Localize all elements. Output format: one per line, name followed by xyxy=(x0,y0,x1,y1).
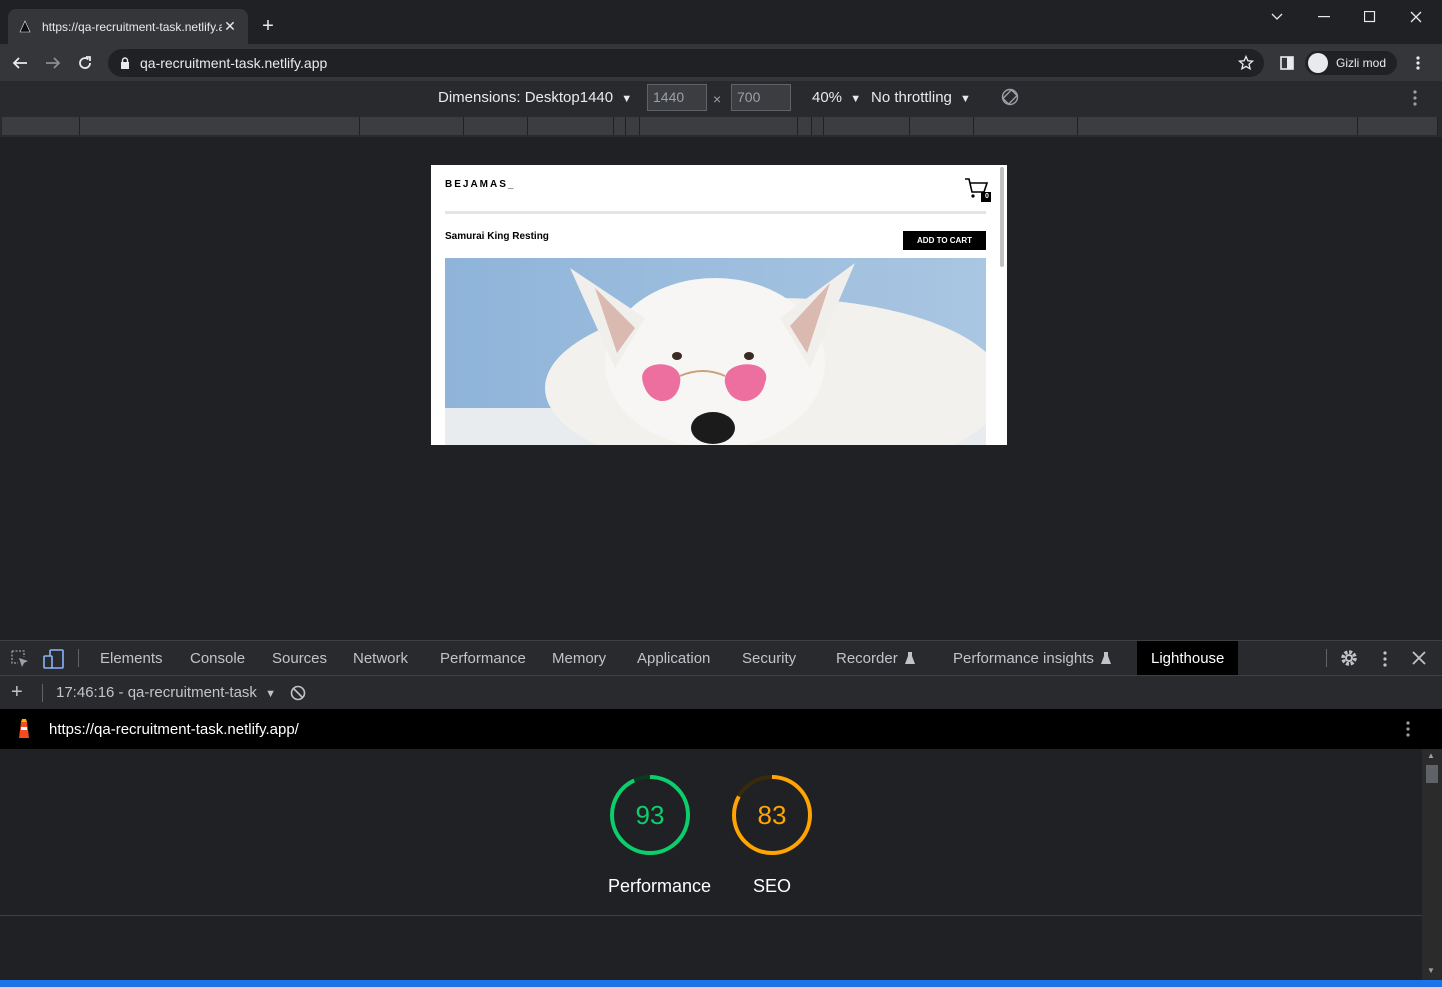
zoom-dropdown[interactable]: 40% ▼ xyxy=(812,89,861,106)
lighthouse-report: 93 Performance 83 SEO xyxy=(0,749,1422,980)
report-divider xyxy=(0,915,1422,916)
lighthouse-logo-icon xyxy=(19,719,29,738)
gauge-performance-score: 93 xyxy=(636,800,665,830)
rotate-icon[interactable] xyxy=(1001,88,1019,106)
experiment-flask-icon xyxy=(1100,652,1111,664)
dropdown-arrow-icon: ▼ xyxy=(265,688,276,700)
product-title: Samurai King Resting xyxy=(445,231,549,242)
experiment-flask-icon xyxy=(904,652,915,664)
gauge-performance[interactable]: 93 Performance xyxy=(608,773,712,897)
inspect-element-icon[interactable] xyxy=(10,649,30,669)
tab-lighthouse[interactable]: Lighthouse xyxy=(1137,641,1239,675)
add-to-cart-button[interactable]: ADD TO CART xyxy=(903,231,986,250)
throttling-label: No throttling xyxy=(871,89,952,106)
report-url-bar: https://qa-recruitment-task.netlify.app/ xyxy=(0,709,1442,749)
tab-performance-insights-label: Performance insights xyxy=(953,649,1094,667)
close-window-icon[interactable] xyxy=(1393,4,1439,30)
back-icon[interactable] xyxy=(7,50,33,76)
tab-recorder[interactable]: Recorder xyxy=(836,641,916,675)
throttling-dropdown[interactable]: No throttling ▼ xyxy=(871,89,971,106)
tab-performance[interactable]: Performance xyxy=(440,641,526,675)
tab-elements[interactable]: Elements xyxy=(100,641,163,675)
tab-network[interactable]: Network xyxy=(353,641,408,675)
report-scrollbar[interactable]: ▲ ▼ xyxy=(1422,749,1442,980)
dimensions-dropdown[interactable]: Dimensions: Desktop1440 ▼ xyxy=(438,89,632,106)
browser-menu-icon[interactable] xyxy=(1405,50,1431,76)
tab-memory[interactable]: Memory xyxy=(552,641,606,675)
clear-reports-icon[interactable] xyxy=(290,685,306,701)
devtools-menu-icon[interactable] xyxy=(1383,650,1387,668)
profile-label: Gizli mod xyxy=(1336,56,1387,70)
tab-application[interactable]: Application xyxy=(637,641,710,675)
maximize-icon[interactable] xyxy=(1347,4,1393,30)
gauge-performance-label: Performance xyxy=(608,876,712,896)
gauge-seo-score: 83 xyxy=(758,800,787,830)
tab-recorder-label: Recorder xyxy=(836,649,898,667)
height-input[interactable]: 700 xyxy=(731,84,791,111)
gauge-performance-ring: 93 xyxy=(610,775,690,855)
dimensions-label: Dimensions: Desktop1440 xyxy=(438,89,614,106)
lock-icon xyxy=(121,57,129,69)
tab-performance-insights[interactable]: Performance insights xyxy=(953,641,1112,675)
incognito-profile-button[interactable]: Gizli mod xyxy=(1305,51,1397,75)
width-input[interactable]: 1440 xyxy=(647,84,707,111)
cart-count: 0 xyxy=(985,193,989,200)
tab-title: https://qa-recruitment-task.netlify.app xyxy=(42,19,222,34)
report-menu-icon[interactable] xyxy=(1406,720,1410,738)
header-divider xyxy=(445,211,986,214)
new-report-icon[interactable]: + xyxy=(11,681,23,704)
address-bar[interactable]: qa-recruitment-task.netlify.app xyxy=(108,49,1264,77)
media-query-bar[interactable] xyxy=(0,115,1442,137)
tab-search-icon[interactable] xyxy=(1254,4,1300,30)
close-tab-icon[interactable]: ✕ xyxy=(222,18,238,35)
zoom-label: 40% xyxy=(812,89,843,106)
title-bar: https://qa-recruitment-task.netlify.app … xyxy=(0,0,1442,44)
report-selector[interactable]: 17:46:16 - qa-recruitment-task ▼ xyxy=(56,684,276,701)
bookmark-star-icon[interactable] xyxy=(1238,55,1254,71)
scroll-down-icon[interactable]: ▼ xyxy=(1427,966,1435,975)
emulated-page: BEJAMAS_ 0 Samurai King Resting ADD TO C… xyxy=(431,165,1007,445)
incognito-icon xyxy=(1308,53,1328,73)
page-scrollbar[interactable] xyxy=(1000,167,1004,267)
report-url[interactable]: https://qa-recruitment-task.netlify.app/ xyxy=(49,721,299,738)
lighthouse-toolbar: + 17:46:16 - qa-recruitment-task ▼ xyxy=(0,675,1442,709)
dropdown-arrow-icon: ▼ xyxy=(621,93,633,105)
dropdown-arrow-icon: ▼ xyxy=(960,93,971,105)
tab-security[interactable]: Security xyxy=(742,641,796,675)
site-logo[interactable]: BEJAMAS_ xyxy=(445,179,515,190)
dropdown-arrow-icon: ▼ xyxy=(850,93,862,105)
taskbar-edge xyxy=(0,980,1442,987)
close-devtools-icon[interactable] xyxy=(1412,651,1426,665)
minimize-icon[interactable] xyxy=(1301,4,1347,30)
reload-icon[interactable] xyxy=(72,50,98,76)
dimension-separator: × xyxy=(713,91,722,107)
report-label: 17:46:16 - qa-recruitment-task xyxy=(56,684,257,701)
device-toolbar: Dimensions: Desktop1440 ▼ 1440 × 700 40%… xyxy=(0,81,1442,115)
gauge-seo[interactable]: 83 SEO xyxy=(730,773,814,897)
browser-tab[interactable]: https://qa-recruitment-task.netlify.app … xyxy=(8,9,248,44)
tab-sources[interactable]: Sources xyxy=(272,641,327,675)
browser-toolbar: qa-recruitment-task.netlify.app Gizli mo… xyxy=(0,44,1442,81)
emulated-viewport: BEJAMAS_ 0 Samurai King Resting ADD TO C… xyxy=(0,137,1442,640)
tab-console[interactable]: Console xyxy=(190,641,245,675)
side-panel-icon[interactable] xyxy=(1274,50,1300,76)
gauge-seo-label: SEO xyxy=(752,876,791,896)
scroll-up-icon[interactable]: ▲ xyxy=(1427,751,1435,760)
settings-gear-icon[interactable] xyxy=(1339,648,1359,668)
new-tab-icon[interactable]: + xyxy=(258,14,278,38)
product-hero-image xyxy=(445,258,986,445)
forward-icon[interactable] xyxy=(40,50,66,76)
netlify-favicon-icon xyxy=(19,19,31,32)
gauge-seo-ring: 83 xyxy=(732,775,812,855)
devtools-tab-strip: Elements Console Sources Network Perform… xyxy=(0,640,1442,675)
device-toolbar-menu-icon[interactable] xyxy=(1413,89,1417,107)
device-toggle-icon[interactable] xyxy=(43,648,65,670)
scroll-thumb[interactable] xyxy=(1426,765,1438,783)
address-text: qa-recruitment-task.netlify.app xyxy=(140,55,328,71)
